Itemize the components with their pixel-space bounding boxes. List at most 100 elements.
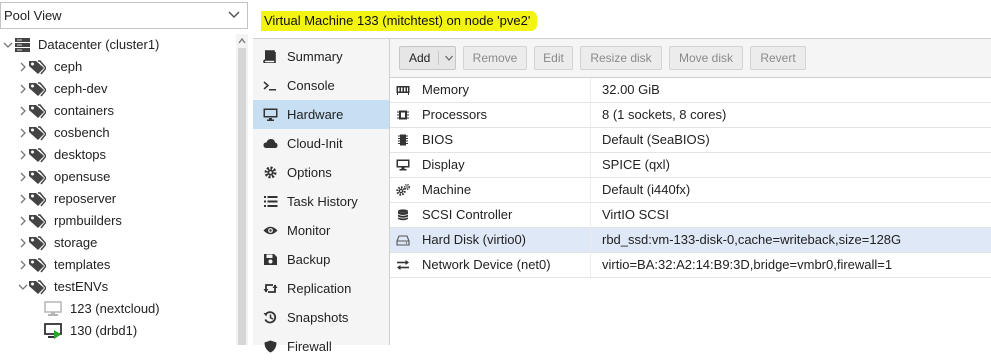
tree-node-datacenter[interactable]: Datacenter (cluster1) (0, 34, 236, 56)
nav-item-monitor[interactable]: Monitor (253, 216, 389, 245)
collapsed-arrow-icon[interactable] (18, 194, 28, 204)
nav-item-cloud-init[interactable]: Cloud-Init (253, 129, 389, 158)
tree-node-pool[interactable]: containers (0, 100, 236, 122)
nav-item-console[interactable]: Console (253, 71, 389, 100)
collapsed-arrow-icon[interactable] (18, 238, 28, 248)
content-header: Virtual Machine 133 (mitchtest) on node … (253, 0, 991, 39)
hardware-name: Hard Disk (virtio0) (422, 232, 527, 247)
hardware-value: Default (i440fx) (602, 182, 691, 197)
list-icon (264, 196, 278, 207)
nav-item-task-history[interactable]: Task History (253, 187, 389, 216)
nav-item-options[interactable]: Options (253, 158, 389, 187)
nav-item-label: Task History (287, 194, 358, 209)
expanded-arrow-icon[interactable] (18, 282, 28, 292)
tree-node-label: testENVs (54, 279, 109, 294)
dropdown-arrow-icon (445, 55, 453, 61)
shield-icon (264, 340, 277, 353)
cloud-icon (263, 139, 278, 148)
nav-item-snapshots[interactable]: Snapshots (253, 303, 389, 332)
add-button-label: Add (409, 51, 431, 65)
hardware-row-bios[interactable]: BIOS Default (SeaBIOS) (390, 128, 991, 153)
resize-disk-button[interactable]: Resize disk (580, 46, 662, 70)
tags-icon (29, 280, 46, 295)
tags-icon (29, 236, 46, 251)
exchange-icon (397, 260, 409, 270)
hardware-row-processors[interactable]: Processors 8 (1 sockets, 8 cores) (390, 103, 991, 128)
hardware-row-memory[interactable]: Memory 32.00 GiB (390, 78, 991, 103)
nav-item-label: Firewall (287, 339, 332, 354)
hardware-name: Network Device (net0) (422, 257, 551, 272)
collapsed-arrow-icon[interactable] (18, 62, 28, 72)
tags-icon (29, 214, 46, 229)
tree-node-label: 123 (nextcloud) (70, 301, 160, 316)
nav-item-firewall[interactable]: Firewall (253, 332, 389, 361)
tree-node-label: desktops (54, 147, 107, 162)
resource-tree: Datacenter (cluster1) ceph ceph-dev cont… (0, 34, 236, 345)
terminal-icon (263, 81, 276, 91)
tree-node-pool[interactable]: testENVs (0, 276, 236, 298)
collapsed-arrow-icon[interactable] (18, 128, 28, 138)
view-selector[interactable]: Pool View (0, 2, 248, 29)
tags-icon (29, 148, 46, 163)
collapsed-arrow-icon[interactable] (18, 260, 28, 270)
add-button[interactable]: Add (399, 46, 456, 70)
tree-node-label: Datacenter (cluster1) (38, 37, 160, 52)
resource-tree-panel: Pool View Datacenter (cluster1) ceph cep… (0, 0, 254, 345)
nav-item-label: Hardware (287, 107, 344, 122)
tree-node-pool[interactable]: ceph (0, 56, 236, 78)
hardware-name: Display (422, 157, 465, 172)
hardware-value: 32.00 GiB (602, 82, 660, 97)
tags-icon (29, 192, 46, 207)
tree-node-vm[interactable]: 123 (nextcloud) (0, 298, 236, 320)
database-icon (397, 209, 409, 221)
scroll-up-arrow-icon[interactable] (238, 37, 246, 45)
tree-node-pool[interactable]: opensuse (0, 166, 236, 188)
tree-node-pool[interactable]: reposerver (0, 188, 236, 210)
tree-node-pool[interactable]: rpmbuilders (0, 210, 236, 232)
nav-item-label: Cloud-Init (287, 136, 343, 151)
move-disk-button[interactable]: Move disk (669, 46, 743, 70)
tree-node-label: containers (54, 103, 114, 118)
tree-node-pool[interactable]: storage (0, 232, 236, 254)
revert-button[interactable]: Revert (750, 46, 806, 70)
nav-item-replication[interactable]: Replication (253, 274, 389, 303)
tree-node-label: cosbench (54, 125, 110, 140)
hardware-name: SCSI Controller (422, 207, 513, 222)
nav-item-hardware[interactable]: Hardware (253, 100, 389, 129)
hardware-row-network-device[interactable]: Network Device (net0) virtio=BA:32:A2:14… (390, 253, 991, 278)
nav-item-backup[interactable]: Backup (253, 245, 389, 274)
remove-button[interactable]: Remove (463, 46, 527, 70)
collapsed-arrow-icon[interactable] (18, 84, 28, 94)
collapsed-arrow-icon[interactable] (18, 150, 28, 160)
eye-icon (263, 226, 278, 235)
tree-node-pool[interactable]: cosbench (0, 122, 236, 144)
hardware-row-machine[interactable]: Machine Default (i440fx) (390, 178, 991, 203)
nav-item-label: Summary (287, 49, 343, 64)
tree-node-pool[interactable]: desktops (0, 144, 236, 166)
edit-button[interactable]: Edit (534, 46, 573, 70)
hardware-row-scsi-controller[interactable]: SCSI Controller VirtIO SCSI (390, 203, 991, 228)
tree-node-label: storage (54, 235, 98, 250)
nav-item-label: Backup (287, 252, 331, 267)
tree-node-pool[interactable]: templates (0, 254, 236, 276)
gear-icon (264, 166, 277, 179)
tree-node-label: 130 (drbd1) (70, 323, 138, 338)
tags-icon (29, 170, 46, 185)
collapsed-arrow-icon[interactable] (18, 106, 28, 116)
collapsed-arrow-icon[interactable] (18, 172, 28, 182)
hardware-row-display[interactable]: Display SPICE (qxl) (390, 153, 991, 178)
nav-item-summary[interactable]: Summary (253, 42, 389, 71)
collapsed-arrow-icon[interactable] (18, 216, 28, 226)
tree-node-pool[interactable]: ceph-dev (0, 78, 236, 100)
hardware-value: virtio=BA:32:A2:14:B9:3D,bridge=vmbr0,fi… (602, 257, 893, 272)
tree-scrollbar[interactable] (236, 34, 248, 345)
memory-icon (396, 86, 410, 95)
tree-node-label: opensuse (54, 169, 111, 184)
chevron-down-icon[interactable] (227, 7, 241, 21)
expanded-arrow-icon[interactable] (3, 40, 13, 50)
tree-node-vm[interactable]: 130 (drbd1) (0, 320, 236, 342)
hardware-name: BIOS (422, 132, 454, 147)
tags-icon (29, 82, 46, 97)
hardware-row-hard-disk[interactable]: Hard Disk (virtio0) rbd_ssd:vm-133-disk-… (390, 228, 991, 253)
scrollbar-thumb[interactable] (238, 48, 246, 345)
